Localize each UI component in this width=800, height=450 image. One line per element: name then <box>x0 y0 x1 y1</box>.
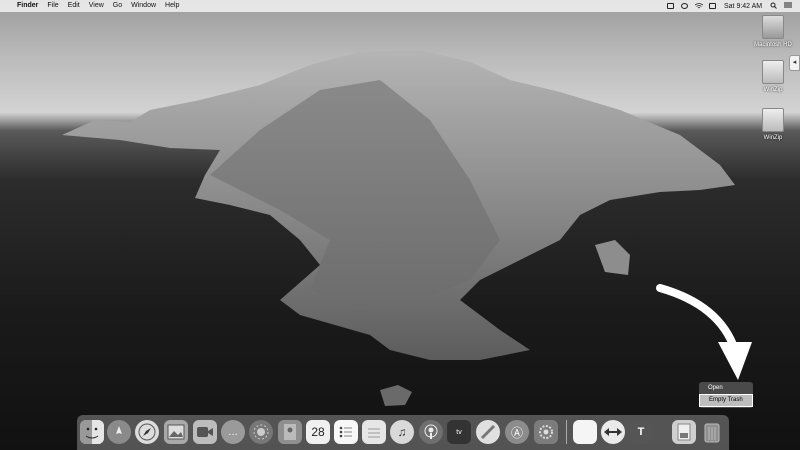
status-area: Sat 9:42 AM <box>660 0 793 12</box>
safari-icon[interactable] <box>135 420 159 444</box>
notes-icon[interactable] <box>362 420 386 444</box>
control-icon[interactable] <box>784 2 793 10</box>
disk-image-icon[interactable] <box>672 420 696 444</box>
desktop-icon-label: WinZip <box>763 87 783 93</box>
facetime-icon[interactable] <box>193 420 217 444</box>
desktop-icon-label: WinZip <box>763 135 783 141</box>
wifi-icon[interactable] <box>694 3 704 9</box>
disk-image-icon <box>762 108 784 132</box>
teams-icon[interactable]: T <box>629 420 653 444</box>
news-icon[interactable] <box>476 420 500 444</box>
podcasts-icon[interactable] <box>419 420 443 444</box>
menu-help[interactable]: Help <box>165 0 179 12</box>
context-menu-open[interactable]: Open <box>699 383 753 394</box>
teamviewer-icon[interactable] <box>601 420 625 444</box>
reminders-icon[interactable] <box>334 420 358 444</box>
menu-window[interactable]: Window <box>131 0 156 12</box>
search-icon[interactable] <box>770 2 777 11</box>
music-icon[interactable]: ♫ <box>390 420 414 444</box>
system-preferences-icon[interactable] <box>534 420 558 444</box>
context-menu-empty-trash[interactable]: Empty Trash <box>699 394 753 407</box>
apple-tv-icon[interactable]: tv <box>447 420 471 444</box>
calendar-day: 28 <box>311 425 325 439</box>
photo-booth-icon[interactable] <box>249 420 273 444</box>
app-store-icon[interactable]: Ⓐ <box>505 420 529 444</box>
disk-image-icon <box>762 60 784 84</box>
app-menu-finder[interactable]: Finder <box>17 0 38 12</box>
mail-photo-icon[interactable] <box>164 420 188 444</box>
side-panel-tab[interactable]: ◂ <box>789 55 800 71</box>
finder-icon[interactable] <box>80 420 104 444</box>
contacts-icon[interactable] <box>278 420 302 444</box>
blank-app-icon[interactable] <box>573 420 597 444</box>
annotation-arrow <box>656 284 752 380</box>
status-icon[interactable] <box>681 3 688 9</box>
calendar-icon[interactable]: 28 <box>306 420 330 444</box>
menu-file[interactable]: File <box>47 0 58 12</box>
menu-view[interactable]: View <box>89 0 104 12</box>
menu-go[interactable]: Go <box>113 0 122 12</box>
context-menu: Open Empty Trash <box>699 382 753 408</box>
launchpad-icon[interactable] <box>107 420 131 444</box>
status-icon[interactable] <box>667 3 674 9</box>
display-icon[interactable] <box>709 3 716 9</box>
trash-icon[interactable] <box>700 420 724 444</box>
desktop-icon-winzip[interactable]: WinZip <box>748 108 798 141</box>
desktop-icon-label: Macintosh HD <box>754 42 792 48</box>
back-icon: ◂ <box>792 59 797 66</box>
desktop-icon-macintosh-hd[interactable]: Macintosh HD <box>748 15 798 48</box>
hard-drive-icon <box>762 15 784 39</box>
clock[interactable]: Sat 9:42 AM <box>724 3 762 10</box>
menu-edit[interactable]: Edit <box>68 0 80 12</box>
messages-icon[interactable]: … <box>221 420 245 444</box>
dock-separator <box>566 420 567 444</box>
